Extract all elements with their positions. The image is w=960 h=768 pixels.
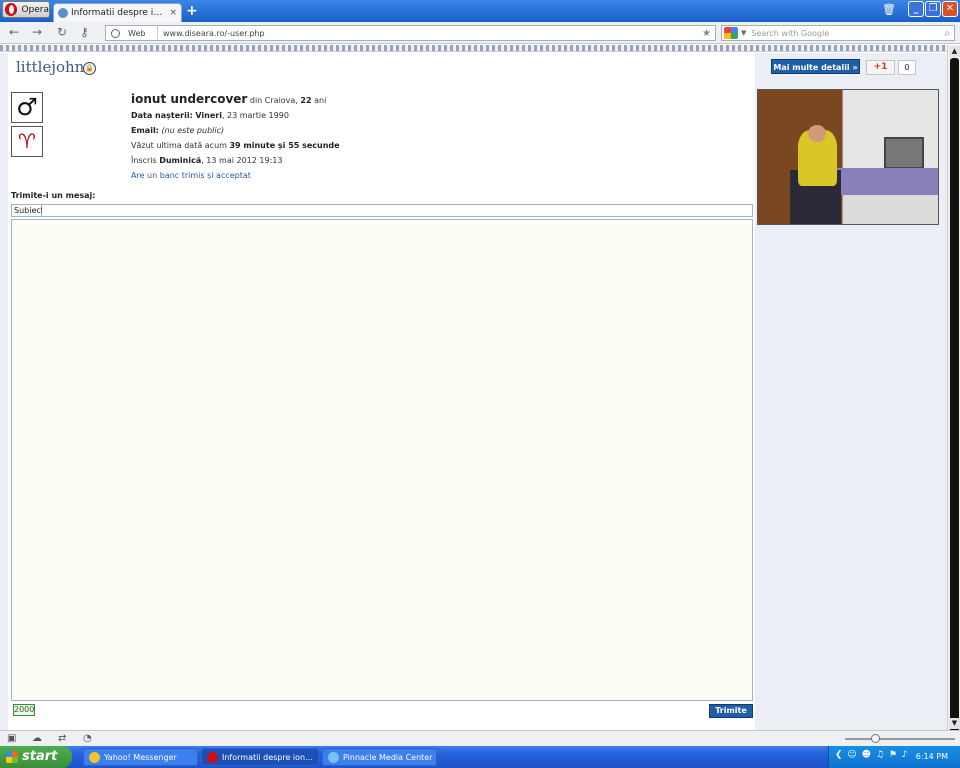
opera-icon (207, 752, 218, 763)
taskbar-item-label: Pinnacle Media Center (343, 753, 433, 762)
maximize-button[interactable]: ❐ (925, 1, 941, 17)
birth-date: , 23 martie 1990 (221, 111, 289, 120)
panel-toggle-icon[interactable]: ▣ (7, 733, 16, 744)
address-field[interactable]: Web www.diseara.ro/-user.php ★ (105, 25, 716, 41)
email-line: Email: (nu este public) (131, 123, 340, 138)
taskbar-item-pinnacle[interactable]: Pinnacle Media Center (322, 748, 437, 766)
google-icon[interactable] (724, 27, 738, 39)
joined-date: , 13 mai 2012 19:13 (201, 156, 283, 165)
joined-prefix: Înscris (131, 156, 160, 165)
url-text[interactable]: www.diseara.ro/-user.php (158, 29, 702, 38)
subject-row: Subiect (11, 204, 753, 217)
chevron-down-icon[interactable]: ▼ (741, 29, 746, 37)
joined-day: Duminică (159, 156, 202, 165)
page-top-border (0, 45, 947, 52)
birth-date-line: Data nașterii: Vineri, 23 martie 1990 (131, 108, 340, 123)
cloud-icon[interactable]: ☁ (32, 733, 42, 744)
profile-details: ionut undercover din Craiova, 22 ani Dat… (131, 92, 340, 183)
aries-icon: ♈ (11, 126, 43, 157)
profile-name: ionut undercover (131, 92, 248, 106)
taskbar-item-opera[interactable]: Informatii despre ion... (201, 748, 319, 766)
share-icon[interactable]: ⇄ (58, 733, 66, 744)
jokes-link[interactable]: Are un banc trimis și acceptat (131, 171, 251, 180)
profile-page: littlejohn 🔒 Mai multe detalii » +1 0 ♂ … (0, 53, 947, 730)
tab-close-icon[interactable]: × (169, 8, 177, 18)
start-label: start (22, 749, 58, 764)
send-button[interactable]: Trimite (709, 704, 753, 718)
bookmark-star-icon[interactable]: ★ (702, 28, 715, 39)
scroll-up-icon[interactable]: ▲ (949, 46, 960, 57)
google-plus-one-button[interactable]: +1 (866, 60, 895, 75)
more-details-button[interactable]: Mai multe detalii » (771, 59, 860, 74)
key-icon[interactable]: ⚷ (80, 25, 89, 39)
joined-line: Înscris Duminică, 13 mai 2012 19:13 (131, 153, 340, 168)
forward-arrow-icon[interactable]: → (32, 25, 42, 39)
last-seen-value: 39 minute și 55 secunde (229, 141, 340, 150)
birth-day: Vineri (195, 111, 222, 120)
email-label: Email: (131, 126, 159, 135)
vertical-scrollbar[interactable]: ▲ ▼ (947, 45, 960, 734)
character-counter: 2000 (13, 704, 35, 716)
address-toolbar: ← → ↻ ⚷ Web www.diseara.ro/-user.php ★ ▼… (0, 22, 960, 44)
message-heading: Trimite-i un mesaj: (11, 191, 96, 200)
profile-name-line: ionut undercover din Craiova, 22 ani (131, 92, 340, 108)
page-viewport: littlejohn 🔒 Mai multe detalii » +1 0 ♂ … (0, 45, 947, 730)
lock-icon: 🔒 (83, 62, 96, 75)
scroll-down-icon[interactable]: ▼ (949, 718, 960, 729)
tab-user-profile[interactable]: Informatii despre ionut u... × (53, 3, 182, 22)
subject-input[interactable] (42, 205, 752, 216)
browser-title-bar: Opera Informatii despre ionut u... × + 🗑… (0, 0, 960, 22)
last-seen-line: Văzut ultima dată acum 39 minute și 55 s… (131, 138, 340, 153)
taskbar-item-label: Informatii despre ion... (222, 753, 313, 762)
close-window-button[interactable]: ✕ (942, 1, 958, 17)
minimize-button[interactable]: _ (908, 1, 924, 17)
message-textarea[interactable] (11, 219, 753, 701)
back-arrow-icon[interactable]: ← (9, 25, 19, 39)
zoom-slider-handle[interactable] (871, 734, 880, 743)
tray-icons[interactable]: ❮ ☺ ☻ ♫ ⚑ ♪ (835, 750, 909, 760)
zoom-slider[interactable] (845, 738, 955, 740)
reload-icon[interactable]: ↻ (57, 25, 67, 39)
browser-status-bar: ▣ ☁ ⇄ ◔ (0, 730, 960, 746)
email-value: (nu este public) (161, 126, 225, 135)
scrollbar-thumb[interactable] (950, 58, 959, 734)
search-placeholder[interactable]: Search with Google (751, 29, 944, 38)
opera-menu-button[interactable]: Opera (2, 1, 50, 18)
photo-monitor (884, 136, 924, 170)
tab-title: Informatii despre ionut u... (71, 8, 166, 18)
last-seen-prefix: Văzut ultima dată acum (131, 141, 230, 150)
yahoo-messenger-icon (89, 752, 100, 763)
male-icon: ♂ (11, 92, 43, 123)
site-info-badge[interactable]: Web (106, 26, 158, 40)
start-button[interactable]: start (0, 746, 72, 768)
windows-flag-icon (6, 751, 18, 763)
birth-label: Data nașterii: (131, 111, 193, 120)
search-field[interactable]: ▼ Search with Google ⌕ (721, 25, 955, 41)
profile-age: 22 (300, 96, 312, 105)
turbo-icon[interactable]: ◔ (83, 733, 92, 744)
profile-photo[interactable] (757, 89, 939, 225)
taskbar-item-yahoo-messenger[interactable]: Yahoo! Messenger (83, 748, 198, 766)
page-username: littlejohn (16, 58, 85, 76)
plus-one-count: 0 (898, 60, 916, 75)
new-tab-button[interactable]: + (186, 3, 198, 19)
globe-icon (111, 28, 120, 38)
tray-clock[interactable]: 6:14 PM (916, 746, 948, 768)
site-info-label: Web (128, 28, 146, 38)
windows-taskbar: start Yahoo! Messenger Informatii despre… (0, 746, 960, 768)
profile-city: din Craiova, (247, 96, 301, 105)
pinnacle-icon (328, 752, 339, 763)
profile-age-suffix: ani (311, 96, 327, 105)
favicon-icon (58, 8, 68, 18)
system-tray: ❮ ☺ ☻ ♫ ⚑ ♪ 6:14 PM (828, 746, 960, 768)
taskbar-item-label: Yahoo! Messenger (104, 753, 177, 762)
subject-label: Subiect (14, 205, 44, 216)
opera-menu-label: Opera (21, 4, 49, 15)
opera-logo-icon (5, 3, 18, 16)
search-icon[interactable]: ⌕ (944, 28, 954, 39)
trash-icon[interactable]: 🗑 (882, 3, 896, 16)
joke-line: Are un banc trimis și acceptat (131, 168, 340, 183)
